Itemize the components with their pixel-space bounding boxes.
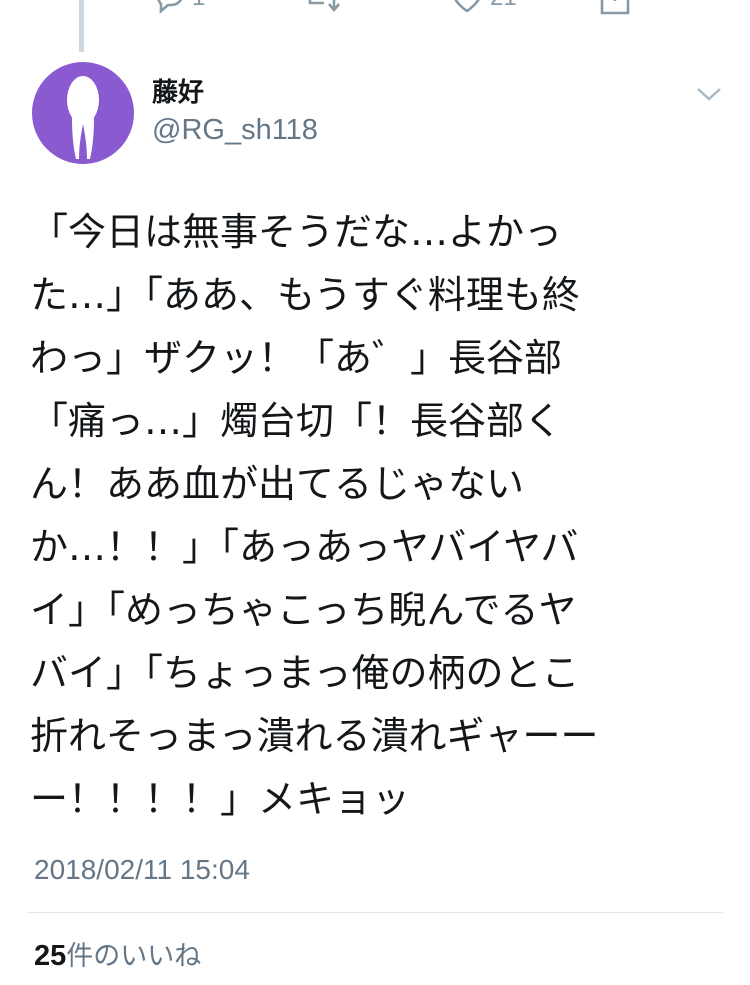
likes-summary[interactable]: 25件のいいね xyxy=(34,938,201,975)
likes-label: 件のいいね xyxy=(66,941,202,972)
tweet-text-line: バイ」「ちょっまっ俺の柄のとこ xyxy=(30,651,580,695)
share-button[interactable] xyxy=(598,0,632,18)
tweet-text-line: 「今日は無事そうだな…よかっ xyxy=(30,210,563,254)
tweet-text-line: か…！！」「あっあっヤバイヤバ xyxy=(30,525,579,569)
tweet-text-line: ー！！！！」メキョッ xyxy=(30,777,411,821)
reply-count: 1 xyxy=(192,0,205,12)
tweet-text-line: わっ」ザクッ！「あ゛」長谷部 xyxy=(30,336,563,380)
tweet-text-line: 折れそっまっ潰れる潰れギャーー xyxy=(30,714,599,758)
user-handle[interactable]: @RG_sh118 xyxy=(152,113,318,147)
tweet-text-line: 「痛っ…」燭台切「！長谷部く xyxy=(30,399,563,443)
display-name[interactable]: 藤好 xyxy=(152,76,204,110)
share-icon xyxy=(598,0,632,17)
chevron-down-icon xyxy=(697,88,721,101)
divider xyxy=(27,912,723,913)
more-options-button[interactable] xyxy=(694,82,724,106)
tweet-text-line: ん！ああ血が出てるじゃない xyxy=(30,462,525,506)
retweet-icon xyxy=(302,0,342,15)
like-button[interactable]: 21 xyxy=(450,0,517,18)
reply-icon xyxy=(152,0,186,15)
avatar-figure-icon xyxy=(67,76,99,159)
tweet-text-line: た…」「ああ、もうすぐ料理も終 xyxy=(30,273,580,317)
tweet-text-line: イ」「めっちゃこっち睨んでるヤ xyxy=(30,588,577,632)
tweet-timestamp[interactable]: 2018/02/11 15:04 xyxy=(34,852,250,888)
previous-tweet-action-bar: 1 21 xyxy=(0,0,750,18)
reply-button[interactable]: 1 xyxy=(152,0,205,18)
likes-count: 25 xyxy=(34,940,67,972)
tweet-text: 「今日は無事そうだな…よかっ た…」「ああ、もうすぐ料理も終 わっ」ザクッ！「あ… xyxy=(30,201,720,831)
like-count: 21 xyxy=(490,0,517,12)
heart-icon xyxy=(450,0,484,15)
avatar[interactable] xyxy=(32,62,134,164)
retweet-button[interactable] xyxy=(302,0,342,18)
